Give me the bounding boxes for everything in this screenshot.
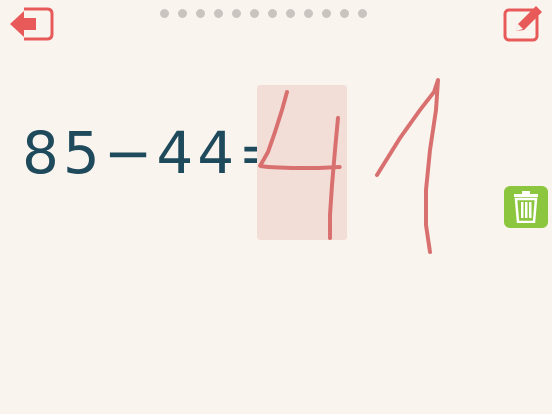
trash-icon — [514, 191, 538, 223]
page-dot — [358, 8, 367, 18]
page-dot — [286, 8, 295, 18]
page-dot — [340, 8, 349, 18]
page-dot — [304, 8, 313, 18]
page-dot — [178, 8, 187, 18]
back-button[interactable] — [6, 4, 54, 44]
back-arrow-icon — [10, 7, 54, 41]
equation-text: 85−44= — [22, 119, 291, 187]
pencil-edit-icon — [503, 6, 542, 42]
page-indicator — [160, 7, 367, 19]
page-dot — [322, 8, 331, 18]
handwriting-input-area[interactable] — [257, 85, 347, 240]
page-dot — [160, 8, 169, 18]
page-dot — [268, 8, 277, 18]
page-dot — [196, 8, 205, 18]
clear-button[interactable] — [504, 186, 548, 228]
edit-button[interactable] — [502, 4, 546, 44]
page-dot — [232, 8, 241, 18]
page-dot — [214, 8, 223, 18]
handwritten-digit-1 — [375, 78, 440, 254]
page-dot — [250, 8, 259, 18]
